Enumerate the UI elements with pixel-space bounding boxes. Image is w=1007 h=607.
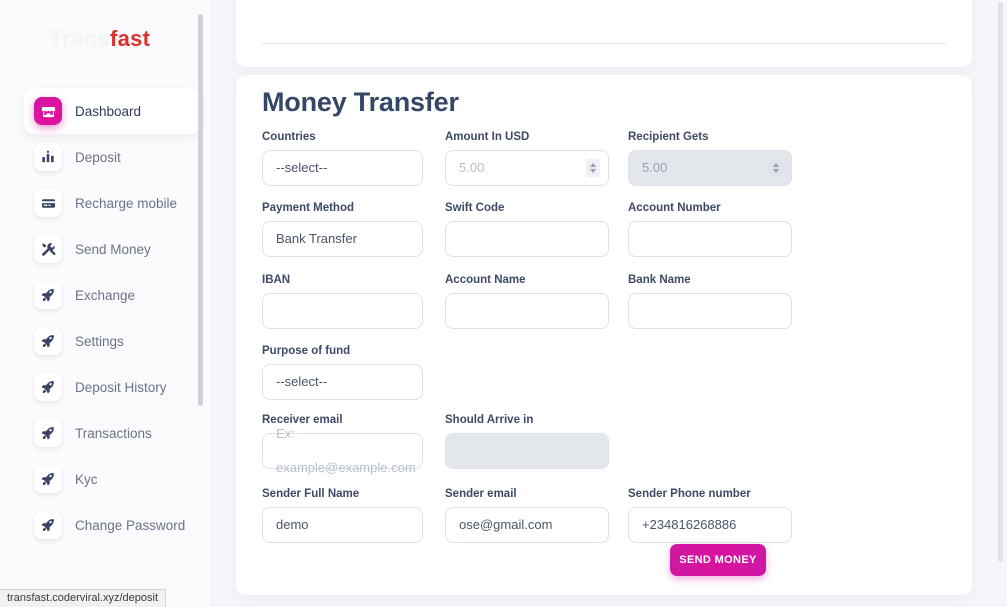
purpose-of-fund-select[interactable]: --select-- <box>262 364 423 400</box>
sidebar-item-transactions[interactable]: Transactions <box>24 410 190 456</box>
sidebar-item-deposit-history[interactable]: Deposit History <box>24 364 190 410</box>
recipient-gets-input: 5.00 <box>628 150 792 186</box>
main-content: Money Transfer Countries --select-- Amou… <box>210 0 1007 607</box>
receiver-email-input[interactable]: Ex: example@example.com <box>262 426 423 475</box>
field-amount-usd: Amount In USD 5.00 <box>445 131 609 186</box>
swift-code-input[interactable] <box>445 221 609 257</box>
credit-card-icon <box>34 189 62 217</box>
field-sender-full-name: Sender Full Name demo <box>262 488 423 543</box>
sidebar-item-label: Settings <box>75 333 124 349</box>
should-arrive-in-input <box>445 433 609 469</box>
sidebar-item-exchange[interactable]: Exchange <box>24 272 190 318</box>
sidebar-nav: Dashboard Deposit Recharge mobile Send M… <box>0 88 200 548</box>
field-bank-name: Bank Name <box>628 274 792 329</box>
sidebar-item-recharge-mobile[interactable]: Recharge mobile <box>24 180 190 226</box>
sidebar-item-deposit[interactable]: Deposit <box>24 134 190 180</box>
rocket-icon <box>34 419 62 447</box>
field-recipient-gets: Recipient Gets 5.00 <box>628 131 792 186</box>
sidebar: Transfast Dashboard Deposit Recharge mob… <box>0 0 210 607</box>
amount-usd-value: 5.00 <box>459 160 485 175</box>
sidebar-item-label: Transactions <box>75 425 152 441</box>
chevron-up-icon <box>773 163 779 167</box>
field-account-name: Account Name <box>445 274 609 329</box>
field-sender-phone-number: Sender Phone number +234816268886 <box>628 488 792 543</box>
amount-usd-input[interactable]: 5.00 <box>445 150 609 186</box>
rocket-icon <box>34 465 62 493</box>
recipient-gets-stepper <box>769 159 783 177</box>
top-card-divider <box>262 43 946 44</box>
sidebar-item-label: Deposit History <box>75 379 167 395</box>
field-label: Recipient Gets <box>628 131 709 143</box>
sidebar-item-settings[interactable]: Settings <box>24 318 190 364</box>
brand-logo[interactable]: Transfast <box>0 26 200 52</box>
sidebar-item-label: Exchange <box>75 287 136 303</box>
sidebar-item-send-money[interactable]: Send Money <box>24 226 190 272</box>
field-label: Account Name <box>445 274 526 286</box>
sidebar-item-change-password[interactable]: Change Password <box>24 502 190 548</box>
field-account-number: Account Number <box>628 202 792 257</box>
sender-phone-input[interactable]: +234816268886 <box>628 507 792 543</box>
rocket-icon <box>34 511 62 539</box>
field-payment-method: Payment Method Bank Transfer <box>262 202 423 257</box>
brand-logo-part1: Trans <box>49 26 110 51</box>
sender-full-name-input[interactable]: demo <box>262 507 423 543</box>
rocket-icon <box>34 327 62 355</box>
sidebar-item-label: Send Money <box>75 241 151 257</box>
sidebar-item-dashboard[interactable]: Dashboard <box>24 88 200 134</box>
rocket-icon <box>34 373 62 401</box>
field-label: Sender email <box>445 488 517 500</box>
sidebar-item-label: Deposit <box>75 149 121 165</box>
sidebar-item-label: Change Password <box>75 517 186 533</box>
field-countries: Countries --select-- <box>262 131 423 186</box>
field-label: IBAN <box>262 274 291 286</box>
account-number-input[interactable] <box>628 221 792 257</box>
recipient-gets-value: 5.00 <box>642 160 668 175</box>
field-iban: IBAN <box>262 274 423 329</box>
field-label: Amount In USD <box>445 131 530 143</box>
field-swift-code: Swift Code <box>445 202 609 257</box>
countries-select[interactable]: --select-- <box>262 150 423 186</box>
rocket-icon <box>34 281 62 309</box>
field-label: Payment Method <box>262 202 355 214</box>
tools-icon <box>34 235 62 263</box>
field-should-arrive-in: Should Arrive in <box>445 414 609 469</box>
page-title: Money Transfer <box>262 87 459 117</box>
field-label: Sender Phone number <box>628 488 751 500</box>
sidebar-scrollbar-thumb[interactable] <box>198 14 203 406</box>
field-purpose-of-fund: Purpose of fund --select-- <box>262 345 423 400</box>
sidebar-item-kyc[interactable]: Kyc <box>24 456 190 502</box>
field-label: Sender Full Name <box>262 488 360 500</box>
field-sender-email: Sender email ose@gmail.com <box>445 488 609 543</box>
money-transfer-card: Money Transfer Countries --select-- Amou… <box>236 75 972 595</box>
field-label: Purpose of fund <box>262 345 351 357</box>
store-icon <box>34 97 62 125</box>
top-card <box>236 0 972 67</box>
chevron-down-icon <box>773 169 779 173</box>
amount-usd-stepper[interactable] <box>586 159 600 177</box>
send-money-button[interactable]: SEND MONEY <box>670 544 766 576</box>
main-scrollbar-thumb[interactable] <box>998 2 1003 562</box>
status-bar-url: transfast.coderviral.xyz/deposit <box>0 589 167 607</box>
sidebar-scrollbar[interactable] <box>198 0 207 607</box>
chevron-up-icon <box>590 163 596 167</box>
bank-name-input[interactable] <box>628 293 792 329</box>
field-label: Countries <box>262 131 316 143</box>
sidebar-item-label: Kyc <box>75 471 98 487</box>
account-name-input[interactable] <box>445 293 609 329</box>
field-label: Should Arrive in <box>445 414 534 426</box>
sidebar-item-label: Recharge mobile <box>75 195 178 211</box>
field-label: Bank Name <box>628 274 691 286</box>
field-label: Account Number <box>628 202 721 214</box>
sender-email-input[interactable]: ose@gmail.com <box>445 507 609 543</box>
field-label: Swift Code <box>445 202 505 214</box>
payment-method-input[interactable]: Bank Transfer <box>262 221 423 257</box>
brand-logo-part2: fast <box>109 26 151 51</box>
chevron-down-icon <box>590 169 596 173</box>
sidebar-item-label: Dashboard <box>75 103 142 119</box>
iban-input[interactable] <box>262 293 423 329</box>
field-receiver-email: Receiver email Ex: example@example.com <box>262 414 423 475</box>
bar-chart-icon <box>34 143 62 171</box>
